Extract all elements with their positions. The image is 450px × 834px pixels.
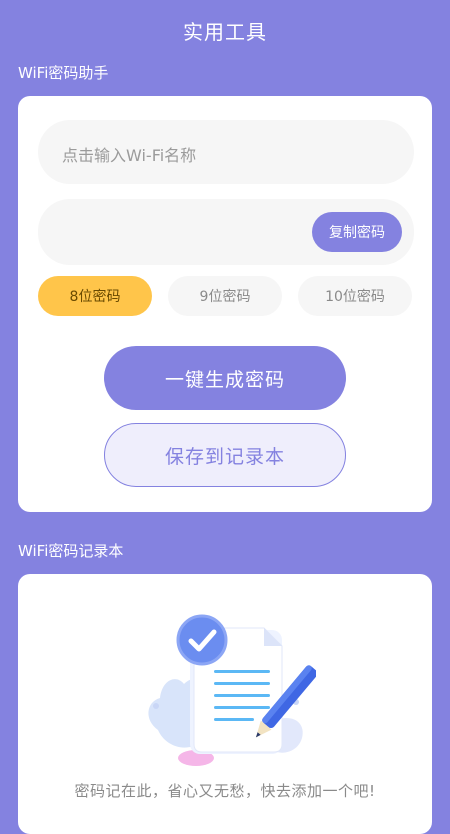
record-book-section-title: WiFi密码记录本 [18, 542, 124, 560]
empty-record-text: 密码记在此，省心又无愁，快去添加一个吧! [74, 782, 376, 800]
password-display-field[interactable]: 复制密码 [38, 199, 414, 265]
record-book-card: 密码记在此，省心又无愁，快去添加一个吧! [18, 574, 432, 834]
wifi-helper-section-title: WiFi密码助手 [18, 64, 109, 82]
option-10-digit[interactable]: 10位密码 [298, 276, 412, 316]
save-to-record-button[interactable]: 保存到记录本 [104, 423, 346, 487]
wifi-name-input[interactable]: 点击输入Wi-Fi名称 [38, 120, 414, 184]
page-title: 实用工具 [183, 20, 267, 44]
wifi-helper-card: 点击输入Wi-Fi名称 复制密码 8位密码 9位密码 10位密码 一键生成密码 … [18, 96, 432, 512]
generate-password-button[interactable]: 一键生成密码 [104, 346, 346, 410]
wifi-name-placeholder: 点击输入Wi-Fi名称 [62, 146, 197, 165]
copy-password-button[interactable]: 复制密码 [312, 212, 402, 252]
option-8-digit[interactable]: 8位密码 [38, 276, 152, 316]
document-pencil-check-icon [148, 614, 316, 766]
option-9-digit[interactable]: 9位密码 [168, 276, 282, 316]
